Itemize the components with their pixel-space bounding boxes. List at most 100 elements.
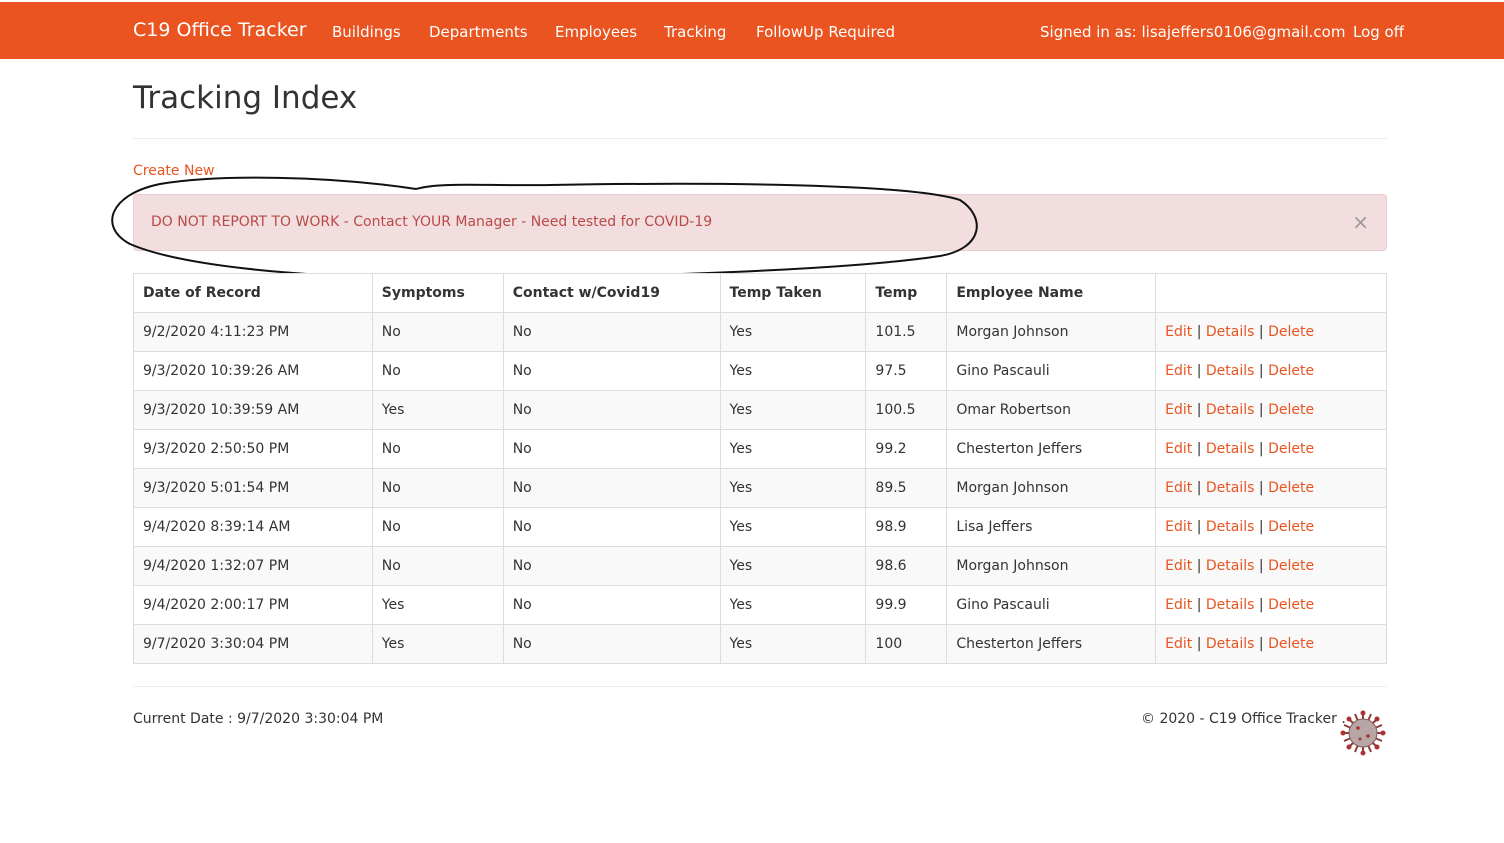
- temp-cell: 98.9: [865, 507, 948, 547]
- delete-link[interactable]: Delete: [1268, 636, 1314, 652]
- header-employee-name[interactable]: Employee Name: [946, 273, 1157, 313]
- row-actions: Edit | Details | Delete: [1155, 468, 1387, 508]
- nav-departments[interactable]: Departments: [429, 23, 528, 41]
- date-cell: 9/3/2020 5:01:54 PM: [133, 468, 373, 508]
- header-contact-covid19[interactable]: Contact w/Covid19: [502, 273, 721, 313]
- date-cell: 9/7/2020 3:30:04 PM: [133, 624, 373, 664]
- close-icon[interactable]: ×: [1352, 212, 1369, 232]
- separator: |: [1258, 402, 1264, 418]
- details-link[interactable]: Details: [1206, 519, 1255, 535]
- logoff-link[interactable]: Log off: [1353, 23, 1404, 41]
- row-actions: Edit | Details | Delete: [1155, 507, 1387, 547]
- temp-taken-cell: Yes: [719, 351, 867, 391]
- employee-name-cell: Chesterton Jeffers: [946, 429, 1157, 469]
- separator: |: [1196, 597, 1202, 613]
- row-actions: Edit | Details | Delete: [1155, 351, 1387, 391]
- edit-link[interactable]: Edit: [1165, 402, 1192, 418]
- separator: |: [1258, 597, 1264, 613]
- separator: |: [1258, 363, 1264, 379]
- symptoms-cell: Yes: [371, 585, 504, 625]
- symptoms-cell: No: [371, 351, 504, 391]
- header-symptoms[interactable]: Symptoms: [371, 273, 504, 313]
- details-link[interactable]: Details: [1206, 324, 1255, 340]
- separator: |: [1196, 402, 1202, 418]
- row-actions: Edit | Details | Delete: [1155, 390, 1387, 430]
- details-link[interactable]: Details: [1206, 363, 1255, 379]
- row-actions: Edit | Details | Delete: [1155, 585, 1387, 625]
- edit-link[interactable]: Edit: [1165, 558, 1192, 574]
- symptoms-cell: No: [371, 312, 504, 352]
- temp-cell: 99.9: [865, 585, 948, 625]
- table-row: 9/3/2020 2:50:50 PM No No Yes 99.2 Chesterton…: [133, 429, 1387, 469]
- date-cell: 9/3/2020 2:50:50 PM: [133, 429, 373, 469]
- header-temp-taken[interactable]: Temp Taken: [719, 273, 867, 313]
- details-link[interactable]: Details: [1206, 558, 1255, 574]
- header-temp[interactable]: Temp: [865, 273, 948, 313]
- title-divider: [133, 138, 1387, 139]
- nav-employees[interactable]: Employees: [555, 23, 637, 41]
- separator: |: [1258, 558, 1264, 574]
- delete-link[interactable]: Delete: [1268, 597, 1314, 613]
- delete-link[interactable]: Delete: [1268, 480, 1314, 496]
- separator: |: [1258, 519, 1264, 535]
- employee-name-cell: Omar Robertson: [946, 390, 1157, 430]
- temp-cell: 100.5: [865, 390, 948, 430]
- edit-link[interactable]: Edit: [1165, 597, 1192, 613]
- row-actions: Edit | Details | Delete: [1155, 546, 1387, 586]
- contact-cell: No: [502, 624, 721, 664]
- create-new-link[interactable]: Create New: [133, 163, 215, 179]
- edit-link[interactable]: Edit: [1165, 636, 1192, 652]
- separator: |: [1196, 480, 1202, 496]
- details-link[interactable]: Details: [1206, 441, 1255, 457]
- delete-link[interactable]: Delete: [1268, 402, 1314, 418]
- table-row: 9/7/2020 3:30:04 PM Yes No Yes 100 Chesterton…: [133, 624, 1387, 664]
- contact-cell: No: [502, 507, 721, 547]
- temp-taken-cell: Yes: [719, 624, 867, 664]
- employee-name-cell: Morgan Johnson: [946, 468, 1157, 508]
- edit-link[interactable]: Edit: [1165, 324, 1192, 340]
- temp-taken-cell: Yes: [719, 546, 867, 586]
- delete-link[interactable]: Delete: [1268, 324, 1314, 340]
- table-row: 9/4/2020 8:39:14 AM No No Yes 98.9 Lisa Jeffe…: [133, 507, 1387, 547]
- temp-taken-cell: Yes: [719, 429, 867, 469]
- brand-link[interactable]: C19 Office Tracker: [133, 19, 307, 41]
- separator: |: [1196, 324, 1202, 340]
- contact-cell: No: [502, 312, 721, 352]
- delete-link[interactable]: Delete: [1268, 441, 1314, 457]
- details-link[interactable]: Details: [1206, 402, 1255, 418]
- table-row: 9/4/2020 1:32:07 PM No No Yes 98.6 Morgan Joh…: [133, 546, 1387, 586]
- nav-buildings[interactable]: Buildings: [332, 23, 401, 41]
- table-row: 9/3/2020 5:01:54 PM No No Yes 89.5 Morgan Joh…: [133, 468, 1387, 508]
- temp-cell: 98.6: [865, 546, 948, 586]
- header-date-of-record[interactable]: Date of Record: [133, 273, 373, 313]
- temp-taken-cell: Yes: [719, 507, 867, 547]
- delete-link[interactable]: Delete: [1268, 519, 1314, 535]
- contact-cell: No: [502, 546, 721, 586]
- details-link[interactable]: Details: [1206, 636, 1255, 652]
- contact-cell: No: [502, 390, 721, 430]
- details-link[interactable]: Details: [1206, 480, 1255, 496]
- details-link[interactable]: Details: [1206, 597, 1255, 613]
- symptoms-cell: Yes: [371, 390, 504, 430]
- temp-cell: 101.5: [865, 312, 948, 352]
- signed-in-user[interactable]: Signed in as: lisajeffers0106@gmail.com: [1040, 23, 1345, 41]
- edit-link[interactable]: Edit: [1165, 519, 1192, 535]
- temp-taken-cell: Yes: [719, 390, 867, 430]
- separator: |: [1196, 441, 1202, 457]
- row-actions: Edit | Details | Delete: [1155, 429, 1387, 469]
- delete-link[interactable]: Delete: [1268, 558, 1314, 574]
- table-row: 9/3/2020 10:39:26 AM No No Yes 97.5 Gino Pasc…: [133, 351, 1387, 391]
- table-row: 9/3/2020 10:39:59 AM Yes No Yes 100.5 Omar Ro…: [133, 390, 1387, 430]
- nav-tracking[interactable]: Tracking: [664, 23, 726, 41]
- temp-taken-cell: Yes: [719, 312, 867, 352]
- table-body: 9/2/2020 4:11:23 PM No No Yes 101.5 Morgan Jo…: [133, 312, 1387, 664]
- separator: |: [1196, 636, 1202, 652]
- edit-link[interactable]: Edit: [1165, 480, 1192, 496]
- edit-link[interactable]: Edit: [1165, 441, 1192, 457]
- edit-link[interactable]: Edit: [1165, 363, 1192, 379]
- employee-name-cell: Morgan Johnson: [946, 312, 1157, 352]
- delete-link[interactable]: Delete: [1268, 363, 1314, 379]
- followup-alert: DO NOT REPORT TO WORK - Contact YOUR Man…: [133, 194, 1387, 251]
- temp-cell: 100: [865, 624, 948, 664]
- nav-followup-required[interactable]: FollowUp Required: [756, 23, 895, 41]
